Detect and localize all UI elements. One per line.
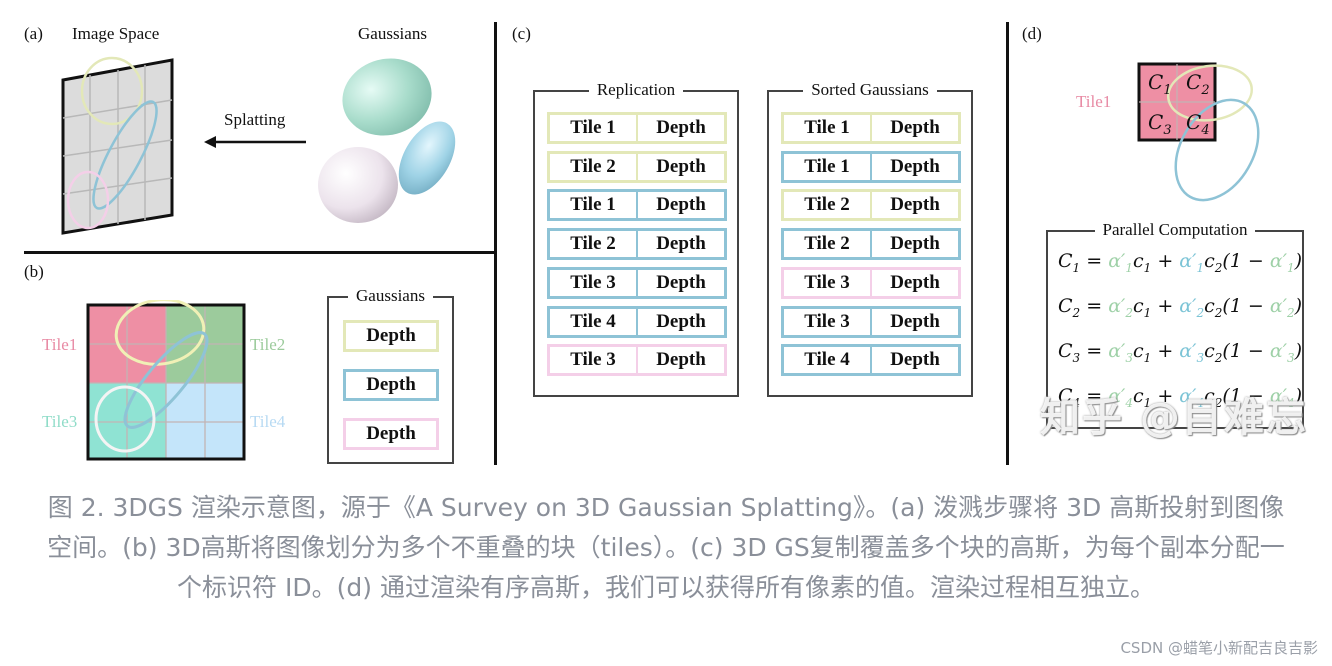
depth-cell: Depth [890, 233, 940, 255]
sorted-gaussians-title: Sorted Gaussians [803, 80, 937, 99]
equation-c2: C2 = α′2c1 + α′2c2(1 − α′2) [1058, 295, 1303, 320]
depth-cell: Depth [656, 310, 706, 332]
image-space-title: Image Space [72, 24, 160, 43]
depth-cell: Depth [656, 233, 706, 255]
sorted-row: Tile 4 Depth [781, 344, 961, 377]
panel-d-label: (d) [1022, 24, 1042, 43]
depth-cell: Depth [656, 155, 706, 177]
replication-row: Tile 2 Depth [547, 150, 727, 183]
depth-cell: Depth [890, 271, 940, 293]
csdn-watermark: CSDN @蜡笔小新配吉良吉影 [1120, 639, 1318, 657]
tile2-label: Tile2 [250, 335, 286, 354]
tile-id-cell: Tile 1 [784, 153, 872, 180]
depth-item-yellow: Depth [343, 320, 439, 352]
tile-id-cell: Tile 2 [550, 231, 638, 258]
depth-cell: Depth [890, 117, 940, 138]
tile-id-cell: Tile 4 [784, 347, 872, 374]
sorted-row: Tile 3 Depth [781, 305, 961, 338]
equation-c3: C3 = α′3c1 + α′3c2(1 − α′3) [1058, 340, 1303, 365]
depth-cell: Depth [890, 310, 940, 332]
replication-row: Tile 1 Depth [547, 189, 727, 222]
depth-item-pink: Depth [343, 418, 439, 450]
depth-cell: Depth [890, 194, 940, 216]
tile-id-cell: Tile 3 [550, 269, 638, 296]
tile-id-cell: Tile 3 [550, 347, 638, 374]
gaussian-pink [318, 147, 398, 223]
depth-cell: Depth [890, 349, 940, 371]
gaussians-box-title: Gaussians [348, 286, 433, 305]
sorted-row: Tile 2 Depth [781, 228, 961, 261]
tile4-label: Tile4 [250, 412, 286, 431]
sorted-row: Tile 1 Depth [781, 112, 961, 144]
tile-id-cell: Tile 4 [550, 308, 638, 335]
figure-caption: 图 2. 3DGS 渲染示意图，源于《A Survey on 3D Gaussi… [47, 493, 1285, 602]
depth-cell: Depth [656, 271, 706, 293]
tile-id-cell: Tile 1 [550, 192, 638, 219]
divider-ab-c [494, 22, 497, 465]
replication-box: Replication Tile 1 Depth Tile 2 Depth Tile 1… [533, 80, 739, 397]
splatting-label: Splatting [224, 110, 286, 129]
pixel-c3: C3 [1148, 110, 1172, 138]
equation-c1: C1 = α′1c1 + α′1c2(1 − α′1) [1058, 250, 1303, 275]
gaussians-depth-box: Gaussians Depth Depth Depth [327, 286, 454, 464]
depth-item-blue: Depth [343, 369, 439, 401]
tile-id-cell: Tile 2 [784, 231, 872, 258]
sorted-row: Tile 1 Depth [781, 150, 961, 183]
pixel-c1: C1 [1148, 70, 1172, 98]
gaussians-3d [318, 58, 456, 223]
replication-row: Tile 4 Depth [547, 305, 727, 338]
tile-id-cell: Tile 1 [550, 115, 638, 141]
divider-c-d [1006, 22, 1009, 465]
panel-c-label: (c) [512, 24, 531, 43]
tile-id-cell: Tile 3 [784, 308, 872, 335]
parallel-computation-title: Parallel Computation [1094, 220, 1256, 239]
depth-cell: Depth [656, 349, 706, 371]
depth-cell: Depth [890, 155, 940, 177]
tile-grid [86, 300, 246, 461]
replication-row: Tile 3 Depth [547, 266, 727, 299]
tile-id-cell: Tile 1 [784, 115, 872, 141]
tile-id-cell: Tile 2 [550, 153, 638, 180]
splatting-arrow-icon [204, 136, 306, 148]
divider-a-b [24, 251, 496, 254]
replication-row: Tile 3 Depth [547, 344, 727, 377]
sorted-gaussians-box: Sorted Gaussians Tile 1 Depth Tile 1 Depth T… [767, 80, 973, 397]
tile-id-cell: Tile 3 [784, 269, 872, 296]
tile1-label: Tile1 [42, 335, 78, 354]
zhihu-watermark: 知乎 @目难忘 [1040, 395, 1308, 441]
sorted-row: Tile 2 Depth [781, 189, 961, 222]
panel-a-label: (a) [24, 24, 43, 43]
tile-id-cell: Tile 2 [784, 192, 872, 219]
pixel-c4: C4 [1186, 110, 1210, 138]
panel-b-label: (b) [24, 262, 44, 281]
sorted-row: Tile 3 Depth [781, 266, 961, 299]
replication-row: Tile 1 Depth [547, 112, 727, 144]
depth-cell: Depth [656, 194, 706, 216]
gaussians-title: Gaussians [358, 24, 427, 43]
replication-row: Tile 2 Depth [547, 228, 727, 261]
depth-cell: Depth [656, 117, 706, 138]
tile1-label-d: Tile1 [1076, 92, 1112, 111]
replication-title: Replication [588, 80, 684, 99]
image-plane [61, 56, 174, 235]
pixel-c2: C2 [1186, 70, 1210, 98]
tile3-label: Tile3 [42, 412, 78, 431]
